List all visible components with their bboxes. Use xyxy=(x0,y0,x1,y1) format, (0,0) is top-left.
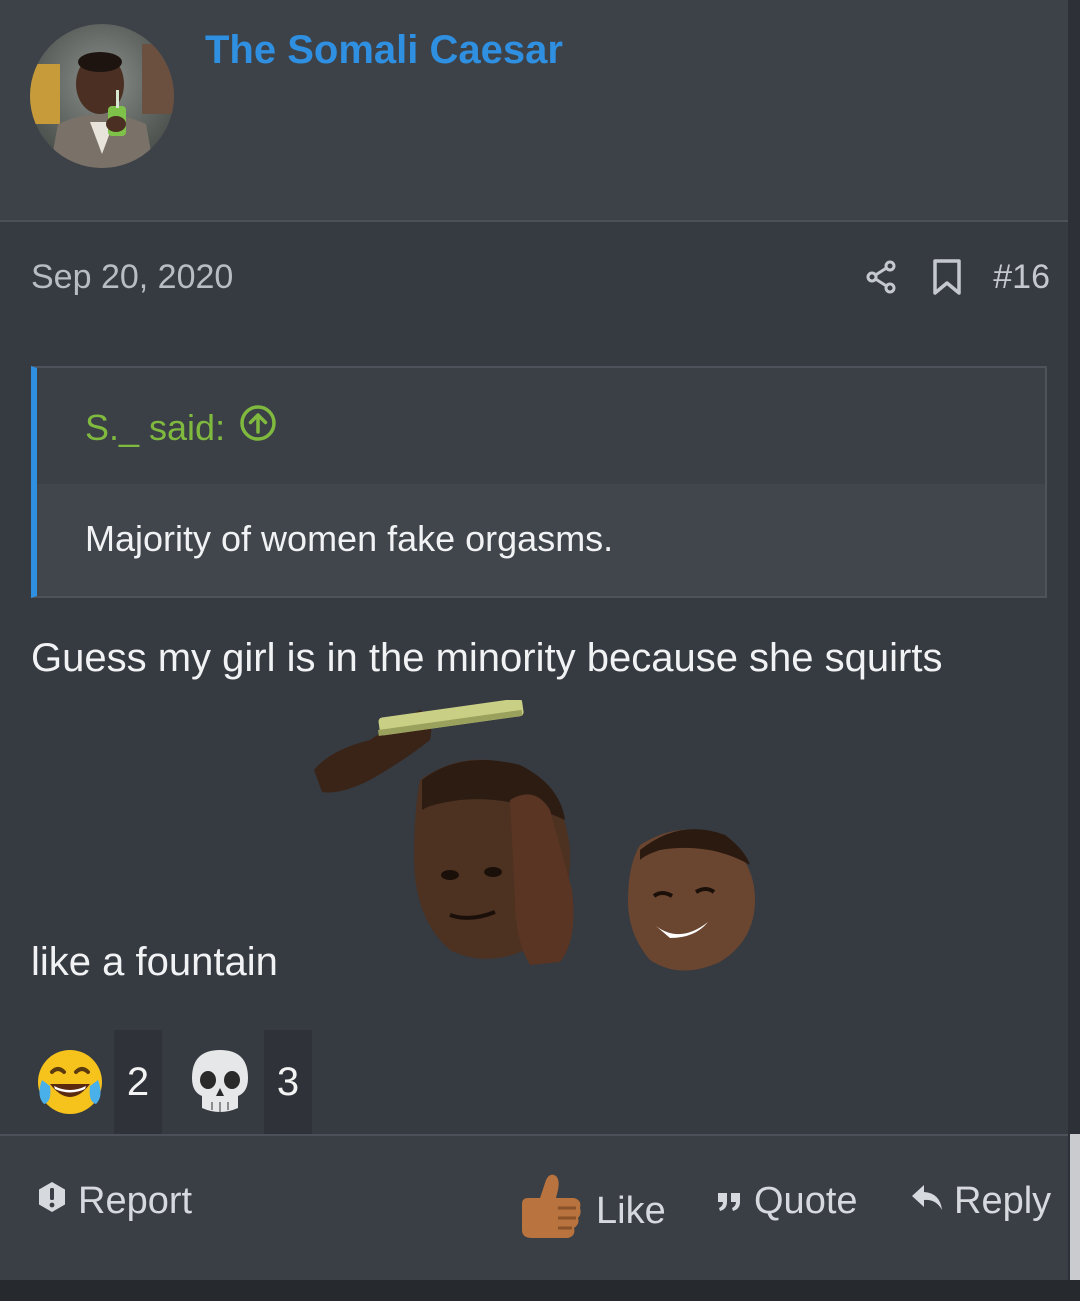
reaction-item[interactable]: 3 xyxy=(184,1030,312,1134)
reaction-summary[interactable]: 2 3 xyxy=(34,1030,334,1134)
quote-button[interactable]: Quote xyxy=(716,1180,858,1223)
post-tools: #16 xyxy=(861,252,1050,302)
post-number-link[interactable]: #16 xyxy=(993,258,1050,297)
message-text-line: like a fountain xyxy=(31,940,278,984)
tears-of-joy-emoji-icon xyxy=(34,1046,106,1118)
quote-content: Majority of women fake orgasms. xyxy=(37,484,1045,596)
bookmark-icon[interactable] xyxy=(927,257,967,297)
quote-marks-icon xyxy=(716,1180,744,1223)
report-button[interactable]: Report xyxy=(36,1180,192,1223)
page-bottom-divider xyxy=(0,1280,1080,1301)
quote-author-label: S._ said: xyxy=(85,406,226,448)
quote-header: S._ said: xyxy=(37,368,1045,484)
thumbs-up-icon xyxy=(516,1170,586,1252)
reaction-item[interactable]: 2 xyxy=(34,1030,162,1134)
report-label: Report xyxy=(78,1180,193,1222)
quote-block: S._ said: Majority of women fake orgasms… xyxy=(31,366,1047,598)
like-label: Like xyxy=(596,1189,666,1232)
quote-label: Quote xyxy=(754,1180,858,1222)
skull-emoji-icon xyxy=(184,1046,256,1118)
post-date[interactable]: Sep 20, 2020 xyxy=(31,258,233,297)
reply-button[interactable]: Reply xyxy=(910,1180,1051,1223)
reaction-count: 2 xyxy=(114,1030,162,1134)
post-user-header: The Somali Caesar xyxy=(0,0,1068,222)
reaction-emote-image xyxy=(310,698,770,990)
quote-text: Majority of women fake orgasms. xyxy=(85,518,614,559)
exclamation-circle-icon xyxy=(36,1180,68,1223)
like-button[interactable]: Like xyxy=(516,1170,666,1252)
reaction-count: 3 xyxy=(264,1030,312,1134)
username-link[interactable]: The Somali Caesar xyxy=(205,28,563,73)
quote-author-link[interactable]: S._ said: xyxy=(85,404,277,451)
reply-label: Reply xyxy=(954,1180,1052,1222)
post-action-bar: Report Like Quote Reply xyxy=(0,1134,1068,1282)
scrollbar-thumb[interactable] xyxy=(1070,1134,1080,1290)
message-text-line: Guess my girl is in the minority because… xyxy=(31,636,943,680)
reply-arrow-icon xyxy=(910,1180,944,1223)
post-body: Sep 20, 2020 #16 S._ said: Majority of w… xyxy=(0,222,1068,1134)
arrow-up-circle-icon[interactable] xyxy=(239,404,277,451)
user-avatar[interactable] xyxy=(30,24,174,168)
forum-post-page: The Somali Caesar Sep 20, 2020 #16 S._ s… xyxy=(0,0,1080,1301)
share-icon[interactable] xyxy=(861,257,901,297)
